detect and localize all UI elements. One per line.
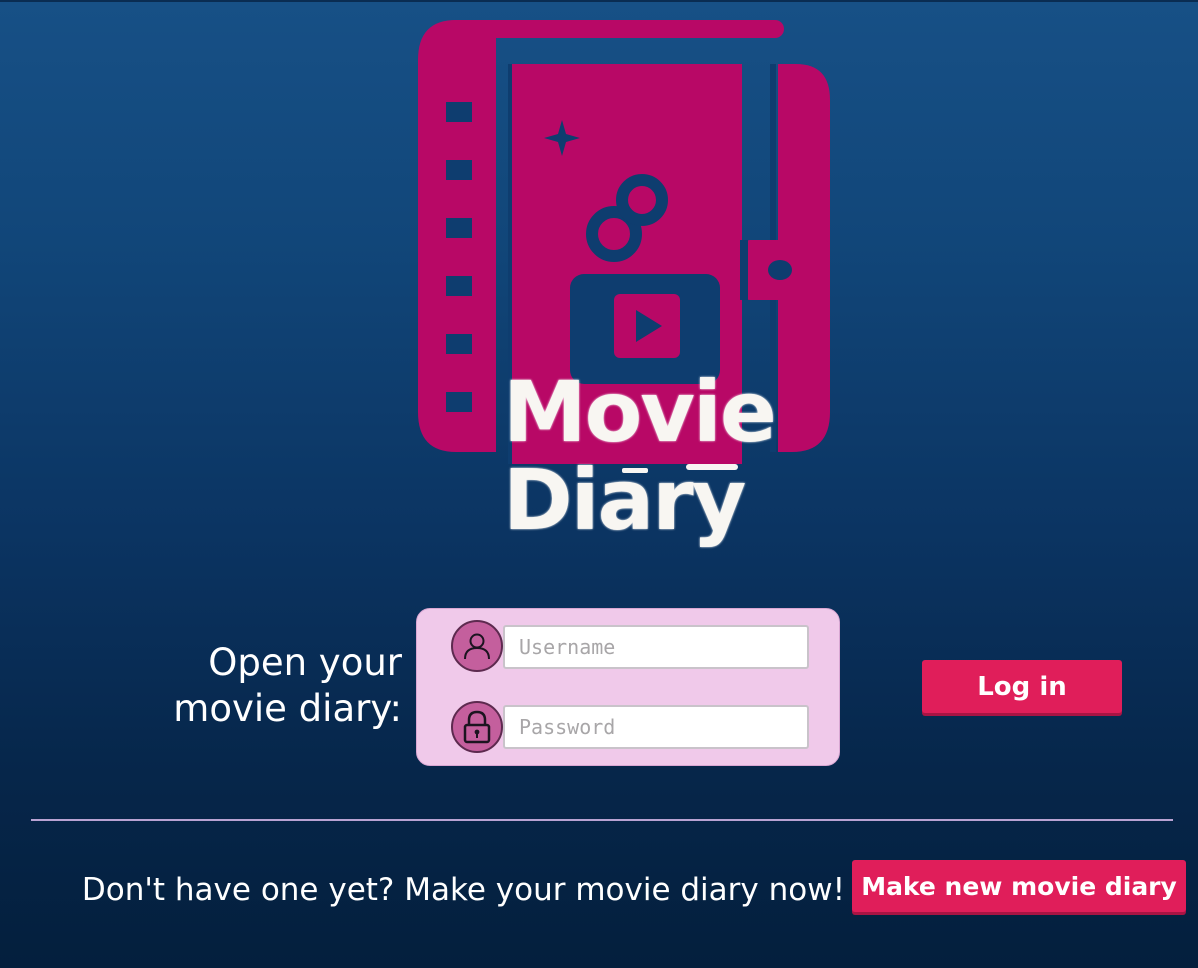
login-form	[416, 608, 840, 766]
user-icon	[451, 620, 503, 672]
make-new-diary-button[interactable]: Make new movie diary	[852, 860, 1186, 912]
signup-prompt: Don't have one yet? Make your movie diar…	[81, 872, 845, 908]
movie-diary-logo: Movie Diary	[408, 12, 838, 572]
top-border	[0, 0, 1198, 2]
login-button[interactable]: Log in	[922, 660, 1122, 713]
logo-word-diary: Diary	[503, 451, 746, 549]
username-input[interactable]	[503, 625, 809, 669]
divider	[31, 819, 1173, 821]
logo-word-movie: Movie	[503, 363, 777, 461]
password-input[interactable]	[503, 705, 809, 749]
login-prompt: Open your movie diary:	[173, 641, 402, 730]
lock-icon	[451, 701, 503, 753]
